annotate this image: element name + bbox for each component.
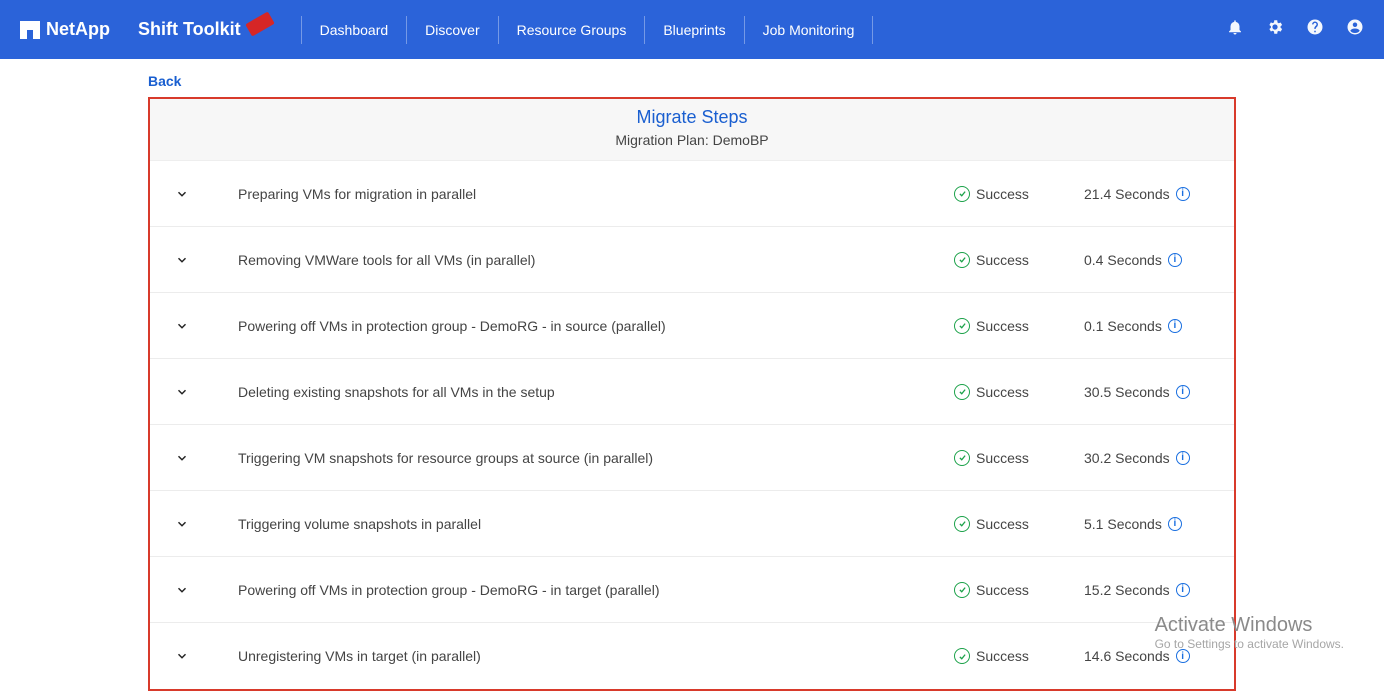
step-status: Success (954, 582, 1084, 598)
duration-text: 0.1 Seconds (1084, 318, 1162, 334)
duration-text: 30.5 Seconds (1084, 384, 1170, 400)
success-check-icon (954, 252, 970, 268)
info-icon[interactable]: i (1168, 319, 1182, 333)
success-check-icon (954, 186, 970, 202)
success-check-icon (954, 450, 970, 466)
info-icon[interactable]: i (1168, 517, 1182, 531)
status-text: Success (976, 186, 1029, 202)
step-label: Powering off VMs in protection group - D… (202, 582, 954, 598)
duration-text: 14.6 Seconds (1084, 648, 1170, 664)
step-duration: 5.1 Seconds i (1084, 516, 1214, 532)
step-label: Removing VMWare tools for all VMs (in pa… (202, 252, 954, 268)
step-duration: 30.5 Seconds i (1084, 384, 1214, 400)
step-label: Preparing VMs for migration in parallel (202, 186, 954, 202)
step-row: Deleting existing snapshots for all VMs … (150, 359, 1234, 425)
migrate-steps-panel: Migrate Steps Migration Plan: DemoBP Pre… (148, 97, 1236, 691)
status-text: Success (976, 384, 1029, 400)
success-check-icon (954, 318, 970, 334)
step-duration: 14.6 Seconds i (1084, 648, 1214, 664)
gear-icon[interactable] (1266, 18, 1284, 41)
success-check-icon (954, 516, 970, 532)
status-text: Success (976, 516, 1029, 532)
success-check-icon (954, 582, 970, 598)
step-row: Removing VMWare tools for all VMs (in pa… (150, 227, 1234, 293)
preview-badge-icon (245, 11, 275, 36)
help-icon[interactable] (1306, 18, 1324, 41)
step-status: Success (954, 252, 1084, 268)
step-duration: 0.1 Seconds i (1084, 318, 1214, 334)
step-row: Powering off VMs in protection group - D… (150, 557, 1234, 623)
success-check-icon (954, 648, 970, 664)
step-duration: 21.4 Seconds i (1084, 186, 1214, 202)
panel-title: Migrate Steps (150, 107, 1234, 128)
top-bar: NetApp Shift Toolkit Dashboard Discover … (0, 0, 1384, 59)
info-icon[interactable]: i (1176, 649, 1190, 663)
chevron-down-icon[interactable] (162, 517, 202, 531)
status-text: Success (976, 252, 1029, 268)
brand-company: NetApp (46, 19, 110, 40)
main-nav: Dashboard Discover Resource Groups Bluep… (301, 0, 874, 59)
success-check-icon (954, 384, 970, 400)
nav-job-monitoring[interactable]: Job Monitoring (744, 16, 874, 44)
chevron-down-icon[interactable] (162, 649, 202, 663)
steps-list: Preparing VMs for migration in parallel S… (150, 161, 1234, 689)
status-text: Success (976, 450, 1029, 466)
status-text: Success (976, 318, 1029, 334)
duration-text: 0.4 Seconds (1084, 252, 1162, 268)
step-row: Unregistering VMs in target (in parallel… (150, 623, 1234, 689)
nav-resource-groups[interactable]: Resource Groups (498, 16, 645, 44)
chevron-down-icon[interactable] (162, 385, 202, 399)
duration-text: 30.2 Seconds (1084, 450, 1170, 466)
duration-text: 5.1 Seconds (1084, 516, 1162, 532)
chevron-down-icon[interactable] (162, 253, 202, 267)
step-status: Success (954, 384, 1084, 400)
chevron-down-icon[interactable] (162, 187, 202, 201)
step-status: Success (954, 186, 1084, 202)
chevron-down-icon[interactable] (162, 583, 202, 597)
chevron-down-icon[interactable] (162, 451, 202, 465)
step-row: Triggering VM snapshots for resource gro… (150, 425, 1234, 491)
content-area: Back Migrate Steps Migration Plan: DemoB… (0, 59, 1384, 691)
nav-discover[interactable]: Discover (406, 16, 497, 44)
panel-subtitle: Migration Plan: DemoBP (150, 132, 1234, 148)
step-row: Triggering volume snapshots in parallel S… (150, 491, 1234, 557)
step-status: Success (954, 318, 1084, 334)
step-row: Preparing VMs for migration in parallel S… (150, 161, 1234, 227)
brand-logo: NetApp (20, 19, 110, 40)
step-duration: 15.2 Seconds i (1084, 582, 1214, 598)
duration-text: 15.2 Seconds (1084, 582, 1170, 598)
info-icon[interactable]: i (1176, 451, 1190, 465)
status-text: Success (976, 648, 1029, 664)
step-label: Powering off VMs in protection group - D… (202, 318, 954, 334)
step-label: Triggering VM snapshots for resource gro… (202, 450, 954, 466)
step-label: Triggering volume snapshots in parallel (202, 516, 954, 532)
product-name: Shift Toolkit (138, 19, 273, 40)
step-duration: 30.2 Seconds i (1084, 450, 1214, 466)
panel-header: Migrate Steps Migration Plan: DemoBP (150, 99, 1234, 161)
user-icon[interactable] (1346, 18, 1364, 41)
info-icon[interactable]: i (1176, 385, 1190, 399)
duration-text: 21.4 Seconds (1084, 186, 1170, 202)
bell-icon[interactable] (1226, 18, 1244, 41)
step-label: Unregistering VMs in target (in parallel… (202, 648, 954, 664)
nav-dashboard[interactable]: Dashboard (301, 16, 407, 44)
info-icon[interactable]: i (1176, 583, 1190, 597)
step-status: Success (954, 450, 1084, 466)
step-status: Success (954, 516, 1084, 532)
info-icon[interactable]: i (1176, 187, 1190, 201)
status-text: Success (976, 582, 1029, 598)
nav-blueprints[interactable]: Blueprints (644, 16, 743, 44)
step-row: Powering off VMs in protection group - D… (150, 293, 1234, 359)
step-status: Success (954, 648, 1084, 664)
step-duration: 0.4 Seconds i (1084, 252, 1214, 268)
back-link[interactable]: Back (0, 59, 1384, 97)
info-icon[interactable]: i (1168, 253, 1182, 267)
step-label: Deleting existing snapshots for all VMs … (202, 384, 954, 400)
chevron-down-icon[interactable] (162, 319, 202, 333)
netapp-logo-icon (20, 21, 40, 39)
topbar-actions (1226, 18, 1364, 41)
